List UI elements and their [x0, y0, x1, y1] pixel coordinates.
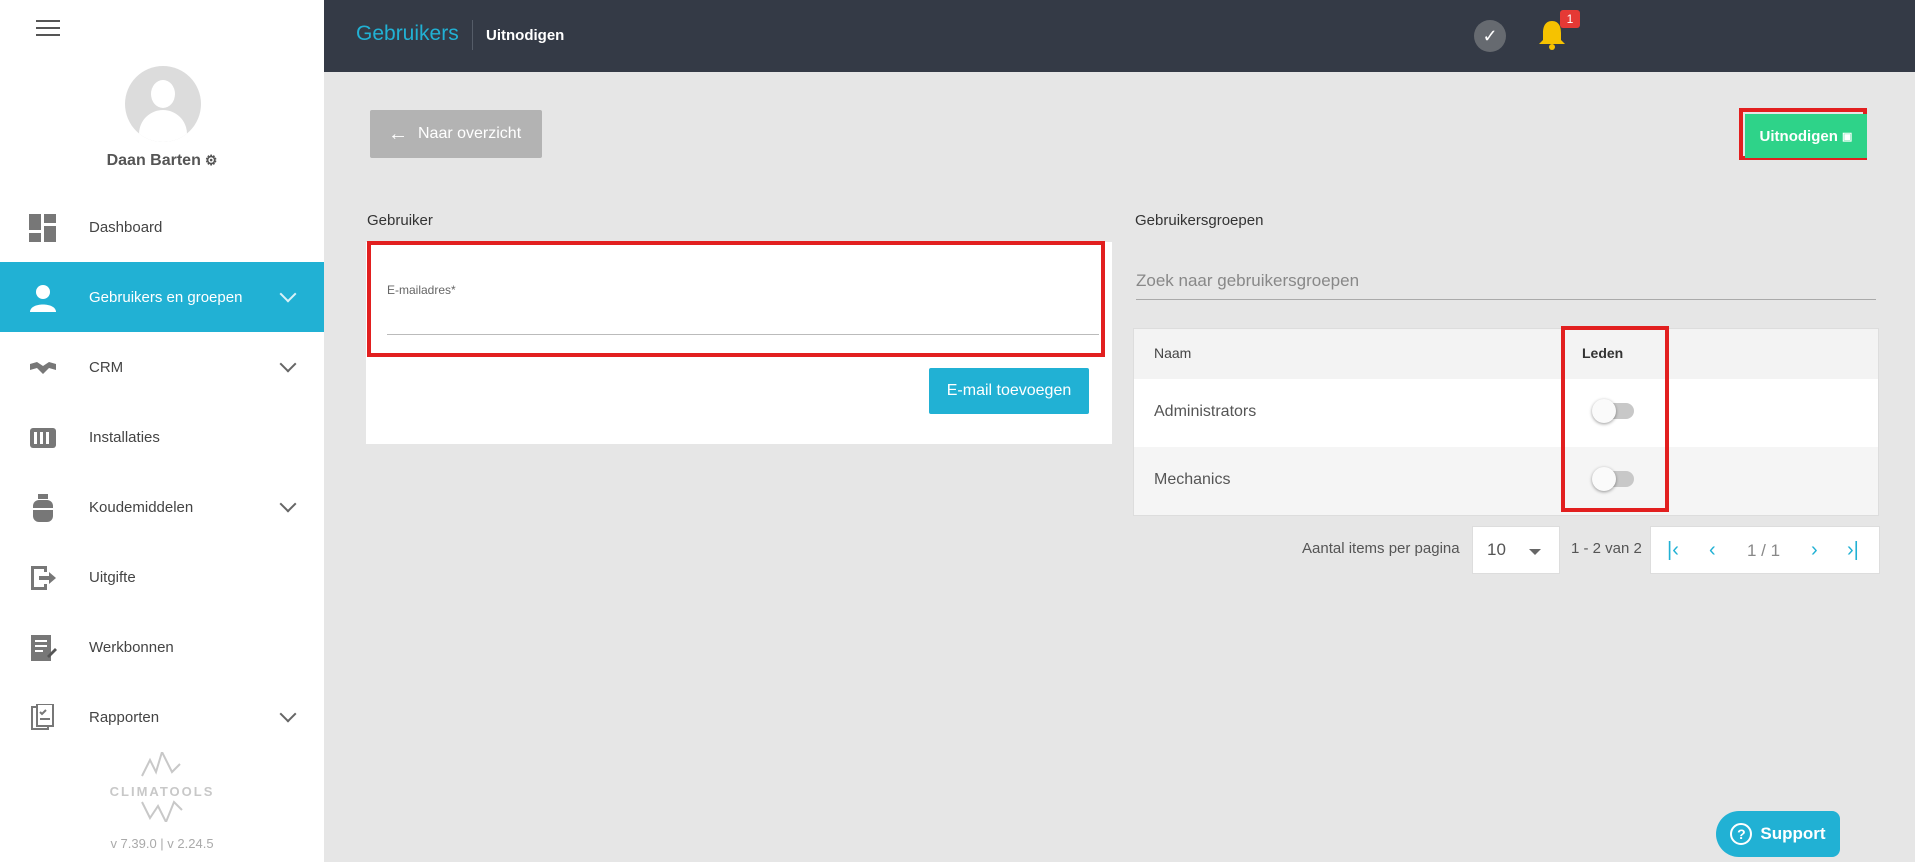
page-title[interactable]: Gebruikers	[356, 22, 459, 46]
next-page-icon[interactable]: ›	[1811, 539, 1818, 562]
range-text: 1 - 2 van 2	[1571, 540, 1642, 557]
check-icon[interactable]: ✓	[1474, 20, 1506, 52]
installation-icon	[30, 428, 56, 448]
table-header: Naam Leden	[1134, 329, 1878, 379]
user-name[interactable]: Daan Barten ⚙	[0, 152, 324, 170]
per-page-value: 10	[1487, 540, 1506, 559]
version-text: v 7.39.0 | v 2.24.5	[110, 836, 214, 851]
per-page-select[interactable]: 10	[1472, 526, 1560, 574]
top-bar: Gebruikers Uitnodigen	[324, 0, 1915, 72]
user-section-label: Gebruiker	[367, 212, 433, 229]
per-page-label: Aantal items per pagina	[1302, 540, 1460, 557]
notification-badge: 1	[1560, 10, 1580, 28]
add-email-button[interactable]: E-mail toevoegen	[929, 368, 1089, 414]
table-row: Administrators	[1134, 379, 1878, 447]
last-page-icon[interactable]: ›|	[1847, 539, 1859, 562]
previous-page-icon[interactable]: ‹	[1709, 539, 1716, 562]
sidebar-item-label: Gebruikers en groepen	[89, 288, 243, 306]
help-icon: ?	[1730, 823, 1753, 845]
sidebar-item-crm[interactable]: CRM	[0, 332, 324, 402]
group-search-input[interactable]	[1136, 262, 1876, 300]
arrow-left-icon: ←	[388, 122, 408, 145]
groups-table: Naam Leden Administrators Mechanics	[1133, 328, 1879, 516]
page-subtitle: Uitnodigen	[486, 27, 565, 44]
sidebar-item-dashboard[interactable]: Dashboard	[0, 192, 324, 262]
handshake-icon	[30, 362, 56, 374]
save-icon: ▣	[1842, 130, 1853, 143]
gas-cylinder-icon	[33, 494, 53, 522]
email-field[interactable]	[387, 307, 1099, 335]
menu-icon[interactable]	[36, 20, 60, 40]
gear-icon[interactable]: ⚙	[205, 152, 218, 168]
sidebar-item-label: Werkbonnen	[89, 638, 174, 656]
sidebar-item-label: Uitgifte	[89, 568, 136, 586]
group-name: Administrators	[1154, 403, 1257, 420]
sidebar-item-label: Dashboard	[89, 218, 163, 236]
caret-down-icon	[1529, 549, 1541, 555]
groups-section-label: Gebruikersgroepen	[1135, 212, 1264, 229]
sidebar-item-koudemiddelen[interactable]: Koudemiddelen	[0, 472, 324, 542]
sidebar-item-rapporten[interactable]: Rapporten	[0, 682, 324, 752]
pager: |‹ ‹ 1 / 1 › ›|	[1650, 526, 1880, 574]
title-divider	[472, 20, 473, 50]
first-page-icon[interactable]: |‹	[1667, 539, 1679, 562]
chevron-down-icon	[279, 495, 297, 513]
sidebar-nav: Dashboard Gebruikers en groepen CRM Inst…	[0, 192, 324, 752]
user-icon	[30, 285, 56, 312]
back-button-label: Naar overzicht	[418, 125, 522, 142]
sidebar-item-label: Installaties	[89, 428, 160, 446]
sidebar-item-werkbonnen[interactable]: Werkbonnen	[0, 612, 324, 682]
sidebar-item-installaties[interactable]: Installaties	[0, 402, 324, 472]
invite-highlight: Uitnodigen ▣	[1739, 108, 1867, 160]
sidebar-item-label: CRM	[89, 358, 124, 376]
sidebar-item-label: Koudemiddelen	[89, 498, 194, 516]
chevron-down-icon	[279, 285, 297, 303]
support-label: Support	[1760, 824, 1826, 843]
work-order-icon	[31, 635, 57, 661]
page-info: 1 / 1	[1747, 541, 1781, 560]
report-icon	[31, 704, 54, 730]
chevron-down-icon	[279, 355, 297, 373]
logo-text: CLIMATOOLS	[109, 784, 215, 799]
invite-button[interactable]: Uitnodigen ▣	[1745, 114, 1867, 158]
dashboard-icon	[29, 214, 56, 242]
group-name: Mechanics	[1154, 471, 1231, 488]
sidebar: Daan Barten ⚙ Dashboard Gebruikers en gro…	[0, 0, 324, 862]
column-header-name[interactable]: Naam	[1154, 345, 1191, 361]
back-to-overview-button[interactable]: ← Naar overzicht	[370, 110, 542, 158]
invite-button-label: Uitnodigen	[1759, 127, 1838, 145]
support-button[interactable]: ? Support	[1716, 811, 1840, 857]
sidebar-item-label: Rapporten	[89, 708, 160, 726]
table-row: Mechanics	[1134, 447, 1878, 515]
sidebar-item-uitgifte[interactable]: Uitgifte	[0, 542, 324, 612]
export-icon	[31, 566, 56, 590]
avatar[interactable]	[125, 66, 201, 142]
chevron-down-icon	[279, 705, 297, 723]
user-name-label: Daan Barten	[106, 152, 201, 169]
climatools-logo: CLIMATOOLS	[100, 749, 224, 825]
email-field-highlight: E-mailadres*	[367, 241, 1105, 357]
email-label: E-mailadres*	[387, 283, 456, 297]
sidebar-item-users-and-groups[interactable]: Gebruikers en groepen	[0, 262, 324, 332]
members-column-highlight	[1561, 326, 1669, 512]
